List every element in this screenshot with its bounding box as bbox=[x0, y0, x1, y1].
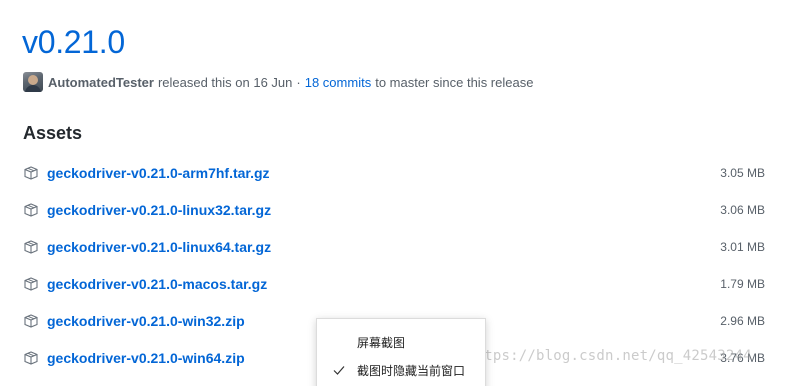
asset-size: 2.96 MB bbox=[720, 313, 765, 328]
watermark: https://blog.csdn.net/qq_42543244 bbox=[467, 348, 752, 364]
package-icon bbox=[23, 239, 39, 255]
menu-item-label: 屏幕截图 bbox=[357, 335, 406, 350]
menu-item-hide-window[interactable]: 截图时隐藏当前窗口 bbox=[317, 357, 485, 383]
context-menu: 屏幕截图 截图时隐藏当前窗口 bbox=[316, 318, 486, 386]
author-link[interactable]: AutomatedTester bbox=[48, 75, 154, 90]
released-text: released this on 16 Jun bbox=[157, 74, 293, 90]
package-icon bbox=[23, 350, 39, 366]
asset-size: 3.06 MB bbox=[720, 202, 765, 217]
asset-row: geckodriver-v0.21.0-linux64.tar.gz 3.01 … bbox=[23, 228, 773, 265]
package-icon bbox=[23, 165, 39, 181]
asset-size: 3.05 MB bbox=[720, 165, 765, 180]
asset-link[interactable]: geckodriver-v0.21.0-linux32.tar.gz bbox=[47, 202, 271, 218]
package-icon bbox=[23, 313, 39, 329]
menu-item-label: 截图时隐藏当前窗口 bbox=[357, 363, 466, 378]
release-title[interactable]: v0.21.0 bbox=[22, 22, 125, 62]
avatar[interactable] bbox=[23, 72, 43, 92]
meta-separator: · bbox=[296, 74, 301, 90]
commits-link[interactable]: 18 commits bbox=[305, 75, 371, 90]
asset-link[interactable]: geckodriver-v0.21.0-linux64.tar.gz bbox=[47, 239, 271, 255]
asset-size: 3.01 MB bbox=[720, 239, 765, 254]
assets-heading: Assets bbox=[23, 123, 83, 143]
checkmark-icon bbox=[332, 363, 346, 377]
asset-link[interactable]: geckodriver-v0.21.0-win32.zip bbox=[47, 313, 245, 329]
asset-row: geckodriver-v0.21.0-arm7hf.tar.gz 3.05 M… bbox=[23, 154, 773, 191]
asset-row: geckodriver-v0.21.0-macos.tar.gz 1.79 MB bbox=[23, 265, 773, 302]
package-icon bbox=[23, 276, 39, 292]
release-meta: AutomatedTester released this on 16 Jun … bbox=[23, 71, 533, 93]
asset-link[interactable]: geckodriver-v0.21.0-macos.tar.gz bbox=[47, 276, 267, 292]
asset-size: 1.79 MB bbox=[720, 276, 765, 291]
commits-suffix: to master since this release bbox=[375, 74, 534, 90]
asset-link[interactable]: geckodriver-v0.21.0-arm7hf.tar.gz bbox=[47, 165, 270, 181]
asset-link[interactable]: geckodriver-v0.21.0-win64.zip bbox=[47, 350, 245, 366]
asset-row: geckodriver-v0.21.0-linux32.tar.gz 3.06 … bbox=[23, 191, 773, 228]
package-icon bbox=[23, 202, 39, 218]
menu-item-screenshot[interactable]: 屏幕截图 bbox=[317, 329, 485, 355]
